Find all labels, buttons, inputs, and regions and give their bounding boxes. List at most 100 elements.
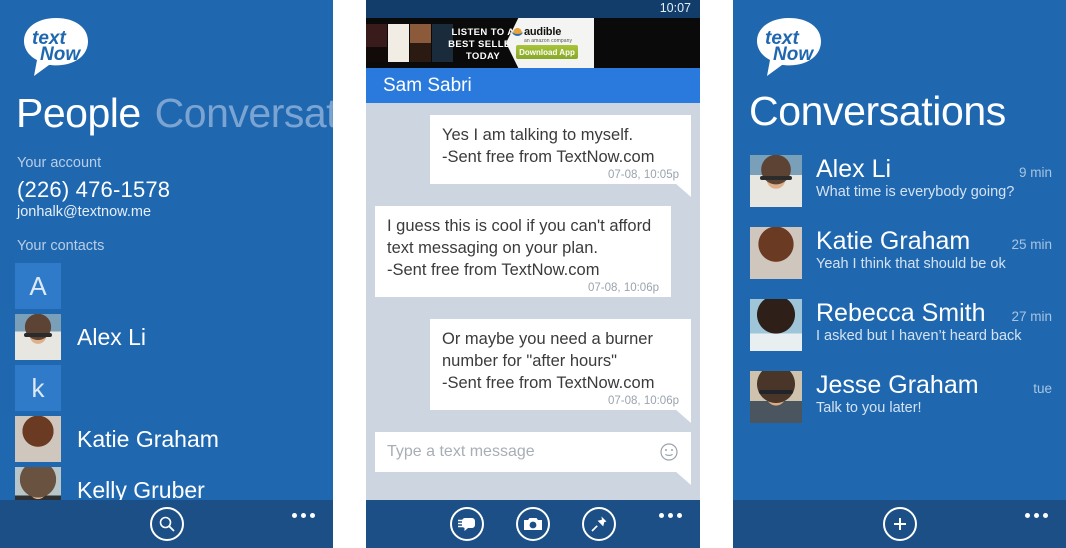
avatar-initial: k bbox=[31, 372, 45, 403]
more-dots-icon[interactable] bbox=[659, 513, 682, 518]
message-timestamp: 07-08, 10:06p bbox=[608, 395, 679, 407]
textnow-logo: text Now bbox=[0, 0, 333, 80]
avatar bbox=[750, 227, 802, 279]
textnow-link[interactable]: TextNow.com bbox=[556, 148, 654, 166]
conversation-preview: What time is everybody going? bbox=[816, 184, 1015, 200]
avatar-photo bbox=[15, 314, 61, 361]
message-bubble[interactable]: I guess this is cool if you can't afford… bbox=[375, 206, 671, 297]
chat-panel: 10:07 LISTEN TO A BEST SELLER TODAY audi… bbox=[366, 0, 700, 548]
chat-contact-name: Sam Sabri bbox=[383, 74, 472, 96]
message-bubble[interactable]: Yes I am talking to myself. -Sent free f… bbox=[430, 115, 691, 197]
avatar-photo bbox=[750, 155, 802, 207]
textnow-link[interactable]: TextNow.com bbox=[501, 261, 599, 279]
account-email: jonhalk@textnow.me bbox=[17, 204, 152, 221]
message-timestamp: 07-08, 10:05p bbox=[608, 169, 679, 181]
svg-text:Now: Now bbox=[773, 44, 814, 65]
conversation-preview: Talk to you later! bbox=[816, 400, 922, 416]
ad-banner[interactable]: LISTEN TO A BEST SELLER TODAY audible an… bbox=[366, 18, 700, 68]
pushpin-icon[interactable] bbox=[582, 507, 616, 541]
conversation-preview: Yeah I think that should be ok bbox=[816, 256, 1006, 272]
conversation-time: 9 min bbox=[1018, 165, 1052, 180]
conversation-time: 25 min bbox=[1011, 237, 1052, 252]
avatar-initial: A bbox=[29, 270, 47, 301]
textnow-logo-icon: text Now bbox=[24, 18, 88, 76]
chat-appbar bbox=[366, 500, 700, 548]
signature-prefix: -Sent free from bbox=[442, 374, 557, 392]
avatar bbox=[15, 416, 61, 463]
conversation-name: Katie Graham bbox=[816, 227, 971, 255]
avatar-photo bbox=[750, 371, 802, 423]
message-signature: -Sent free from TextNow.com bbox=[387, 259, 659, 281]
smiley-icon[interactable] bbox=[659, 442, 679, 462]
avatar: A bbox=[15, 263, 61, 310]
avatar-photo bbox=[750, 299, 802, 351]
tab-conversations[interactable]: Conversatio bbox=[155, 90, 333, 137]
textnow-logo: text Now bbox=[733, 0, 1066, 80]
avatar bbox=[750, 371, 802, 423]
search-icon[interactable] bbox=[149, 507, 184, 541]
tab-people[interactable]: People bbox=[16, 90, 141, 137]
signature-prefix: -Sent free from bbox=[387, 261, 502, 279]
composer-tail bbox=[675, 471, 691, 485]
conversation-name: Rebecca Smith bbox=[816, 299, 986, 327]
list-item[interactable]: Alex Li 9 min What time is everybody goi… bbox=[733, 155, 1066, 207]
avatar bbox=[750, 299, 802, 351]
ad-brand-subtitle: an amazon company bbox=[524, 38, 573, 44]
pivot-header: People Conversatio bbox=[0, 80, 333, 137]
people-appbar bbox=[0, 500, 333, 548]
plus-icon[interactable] bbox=[882, 507, 917, 541]
message-list: Yes I am talking to myself. -Sent free f… bbox=[366, 103, 700, 500]
list-item[interactable]: Katie Graham bbox=[0, 416, 333, 463]
your-account-label: Your account bbox=[17, 155, 102, 172]
more-dots-icon[interactable] bbox=[1025, 513, 1048, 518]
conversation-name: Jesse Graham bbox=[816, 371, 979, 399]
list-item[interactable]: Jesse Graham tue Talk to you later! bbox=[733, 371, 1066, 423]
message-text: number for "after hours" bbox=[442, 352, 617, 370]
avatar bbox=[750, 155, 802, 207]
ad-download-button[interactable]: Download App bbox=[516, 45, 578, 59]
conversation-time: 27 min bbox=[1011, 309, 1052, 324]
list-item[interactable]: Katie Graham 25 min Yeah I think that sh… bbox=[733, 227, 1066, 279]
message-input-placeholder: Type a text message bbox=[387, 443, 535, 460]
conversation-time: tue bbox=[1033, 381, 1052, 396]
message-bubble[interactable]: Or maybe you need a burner number for "a… bbox=[430, 319, 691, 423]
bubble-tail bbox=[675, 183, 691, 197]
chat-header: Sam Sabri bbox=[366, 68, 700, 103]
list-item[interactable]: k bbox=[0, 365, 333, 412]
avatar-photo bbox=[15, 416, 61, 463]
status-bar: 10:07 bbox=[366, 0, 700, 18]
status-clock: 10:07 bbox=[659, 1, 691, 15]
contacts-list: A Alex Li k Katie Graham Kelly Gruber bbox=[0, 263, 333, 514]
conversations-appbar bbox=[733, 500, 1066, 548]
new-message-icon[interactable] bbox=[450, 507, 484, 541]
list-item[interactable]: Alex Li bbox=[0, 314, 333, 361]
svg-text:Now: Now bbox=[40, 44, 81, 65]
ad-brand-name: audible bbox=[524, 26, 562, 38]
conversations-list: Alex Li 9 min What time is everybody goi… bbox=[733, 155, 1066, 423]
message-signature: -Sent free from TextNow.com bbox=[442, 372, 679, 394]
textnow-logo-icon: text Now bbox=[757, 18, 821, 76]
list-item[interactable]: Rebecca Smith 27 min I asked but I haven… bbox=[733, 299, 1066, 351]
message-input[interactable]: Type a text message bbox=[375, 432, 691, 485]
textnow-link[interactable]: TextNow.com bbox=[556, 374, 654, 392]
account-phone-number: (226) 476-1578 bbox=[17, 177, 171, 203]
bubble-tail bbox=[675, 409, 691, 423]
message-text: Yes I am talking to myself. bbox=[442, 126, 634, 144]
avatar: k bbox=[15, 365, 61, 412]
message-text: text messaging on your plan. bbox=[387, 239, 598, 257]
signature-prefix: -Sent free from bbox=[442, 148, 557, 166]
more-dots-icon[interactable] bbox=[292, 513, 315, 518]
avatar-photo bbox=[750, 227, 802, 279]
contact-name: Katie Graham bbox=[77, 425, 219, 452]
message-signature: -Sent free from TextNow.com bbox=[442, 146, 679, 168]
conversation-preview: I asked but I haven’t heard back bbox=[816, 328, 1022, 344]
screenshot-stage: text Now People Conversatio Your account… bbox=[0, 0, 1066, 548]
contact-name: Alex Li bbox=[77, 323, 147, 350]
camera-icon[interactable] bbox=[516, 507, 550, 541]
message-timestamp: 07-08, 10:06p bbox=[588, 282, 659, 294]
conversation-name: Alex Li bbox=[816, 155, 892, 183]
avatar bbox=[15, 314, 61, 361]
list-item[interactable]: A bbox=[0, 263, 333, 310]
audible-swoosh-icon bbox=[512, 27, 523, 36]
people-panel: text Now People Conversatio Your account… bbox=[0, 0, 333, 548]
